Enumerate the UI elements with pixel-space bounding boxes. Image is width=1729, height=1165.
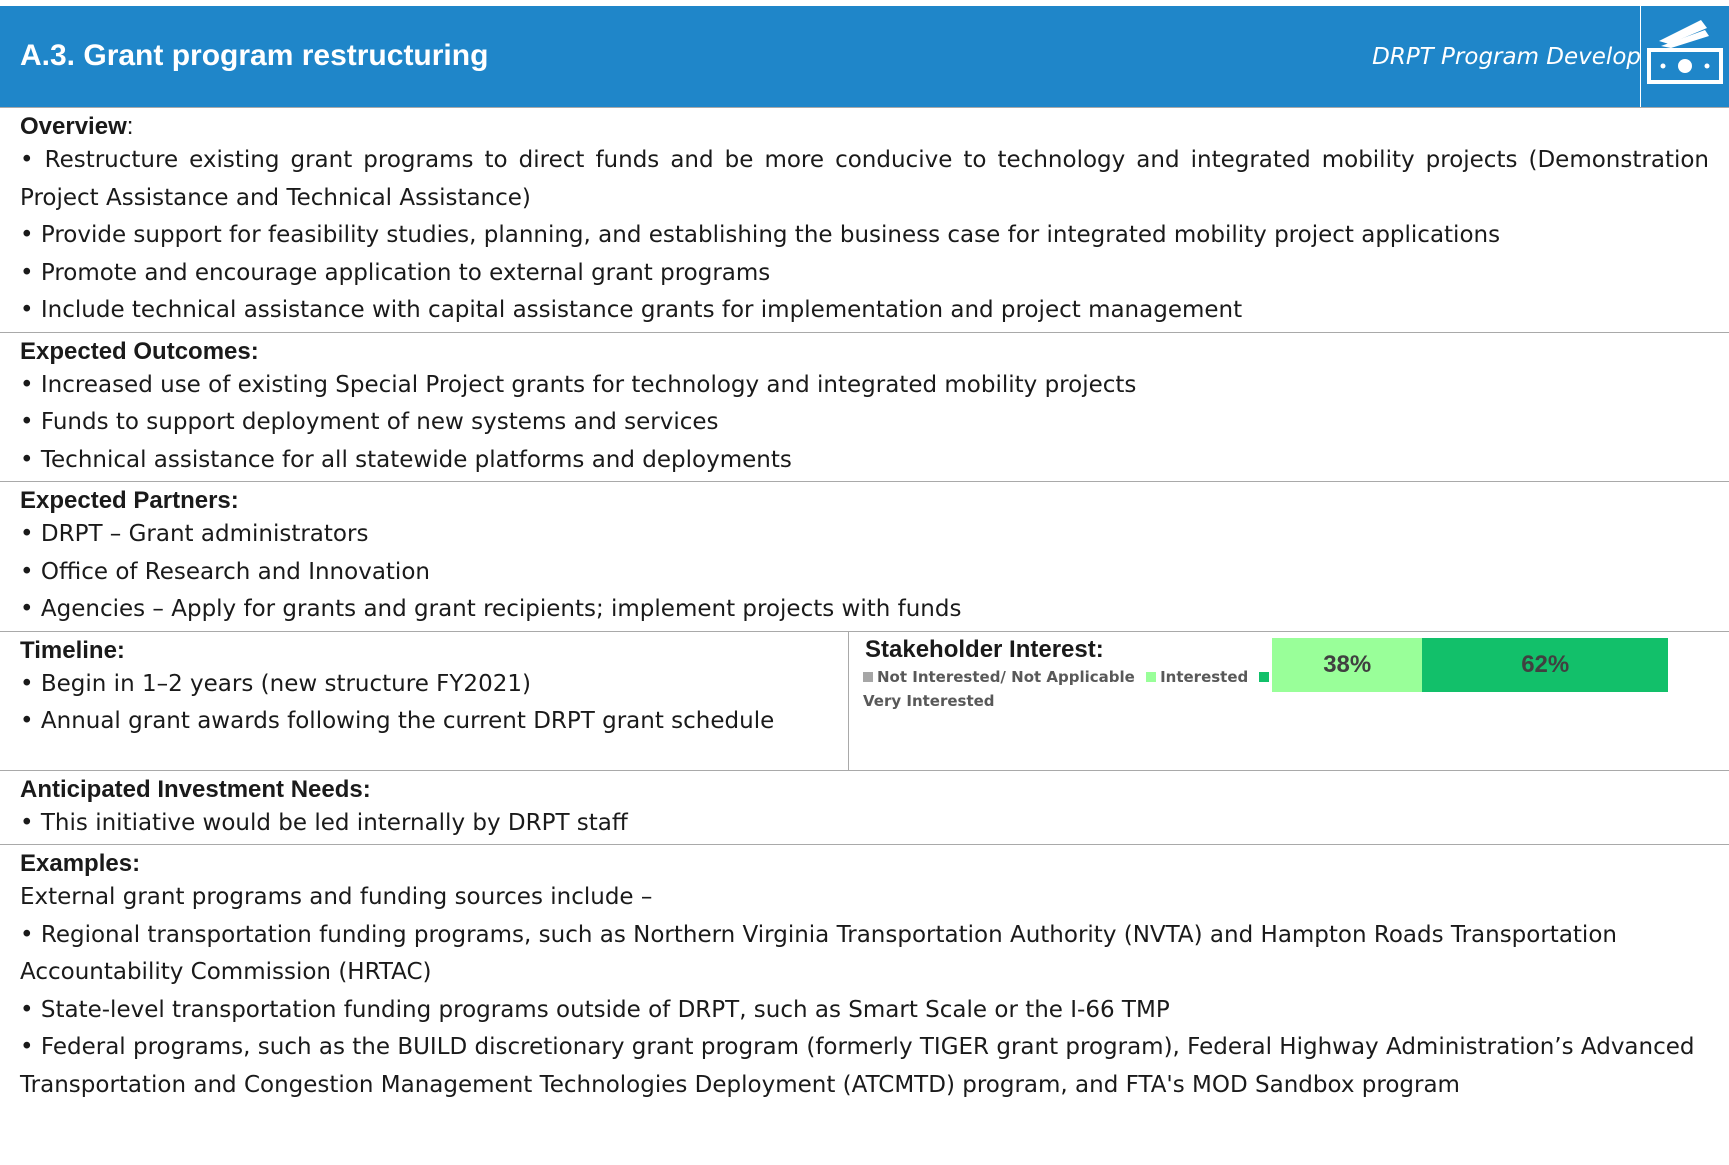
example-item: • State-level transportation funding pro… xyxy=(20,996,1170,1023)
partner-item: • DRPT – Grant administrators xyxy=(20,521,369,547)
bar-segment-very-interested: 62% xyxy=(1422,637,1668,692)
partners-section: Expected Partners: • DRPT – Grant admini… xyxy=(0,482,1729,632)
outcomes-heading: Expected Outcomes: xyxy=(20,337,259,365)
partners-heading: Expected Partners: xyxy=(20,487,239,514)
timeline-heading: Timeline: xyxy=(20,636,125,664)
stakeholder-interest-panel: Stakeholder Interest: Not Interested/ No… xyxy=(849,632,1729,770)
legend-label: Not Interested/ Not Applicable xyxy=(877,667,1135,686)
legend-swatch xyxy=(863,671,873,682)
segment-label: 38% xyxy=(1323,650,1372,678)
examples-intro: External grant programs and funding sour… xyxy=(20,884,653,910)
overview-item: • Restructure existing grant programs to… xyxy=(20,147,1709,211)
money-bill-icon xyxy=(1640,6,1729,107)
examples-section: Examples: External grant programs and fu… xyxy=(0,845,1729,1106)
investment-item: • This initiative would be led internall… xyxy=(20,809,628,836)
overview-item: • Promote and encourage application to e… xyxy=(20,259,771,286)
partner-item: • Agencies – Apply for grants and grant … xyxy=(20,596,962,622)
outcomes-section: Expected Outcomes: • Increased use of ex… xyxy=(0,333,1729,482)
bar-segment-interested: 38% xyxy=(1272,637,1423,692)
legend-label: Interested xyxy=(1160,667,1249,686)
partner-item: • Office of Research and Innovation xyxy=(20,558,430,585)
overview-item: • Include technical assistance with capi… xyxy=(20,297,1243,323)
overview-section: Overview: • Restructure existing grant p… xyxy=(0,108,1729,333)
example-item: • Regional transportation funding progra… xyxy=(20,921,1617,986)
outcome-item: • Increased use of existing Special Proj… xyxy=(20,371,1137,398)
overview-colon: : xyxy=(126,113,134,140)
stakeholder-legend: Not Interested/ Not Applicable Intereste… xyxy=(863,665,1283,713)
outcome-item: • Funds to support deployment of new sys… xyxy=(20,409,719,435)
investment-heading: Anticipated Investment Needs: xyxy=(20,775,371,803)
timeline-section: Timeline: • Begin in 1–2 years (new stru… xyxy=(0,631,849,770)
segment-label: 62% xyxy=(1521,650,1570,678)
header-bar: A.3. Grant program restructuring DRPT Pr… xyxy=(0,6,1729,108)
legend-label: Very Interested xyxy=(863,691,995,710)
legend-swatch xyxy=(1259,671,1270,682)
investment-section: Anticipated Investment Needs: • This ini… xyxy=(0,771,1729,845)
outcome-item: • Technical assistance for all statewide… xyxy=(20,446,792,473)
legend-swatch xyxy=(1146,671,1157,682)
page-subtitle: DRPT Program Develop xyxy=(1372,44,1641,70)
overview-heading: Overview xyxy=(20,113,127,140)
stakeholder-interest-bar: 38% 62% xyxy=(1272,637,1668,692)
overview-item: • Provide support for feasibility studie… xyxy=(20,222,1501,248)
timeline-stakeholder-row: Timeline: • Begin in 1–2 years (new stru… xyxy=(0,631,1729,771)
examples-heading: Examples: xyxy=(20,850,141,877)
timeline-item: • Annual grant awards following the curr… xyxy=(20,708,775,734)
legend-item: Interested xyxy=(1146,668,1248,686)
example-item: • Federal programs, such as the BUILD di… xyxy=(20,1034,1695,1098)
page-title: A.3. Grant program restructuring xyxy=(20,39,489,72)
initiative-page: A.3. Grant program restructuring DRPT Pr… xyxy=(0,6,1729,1106)
legend-item: Not Interested/ Not Applicable xyxy=(863,668,1135,686)
stakeholder-heading: Stakeholder Interest: xyxy=(865,635,1104,663)
timeline-item: • Begin in 1–2 years (new structure FY20… xyxy=(20,670,531,697)
